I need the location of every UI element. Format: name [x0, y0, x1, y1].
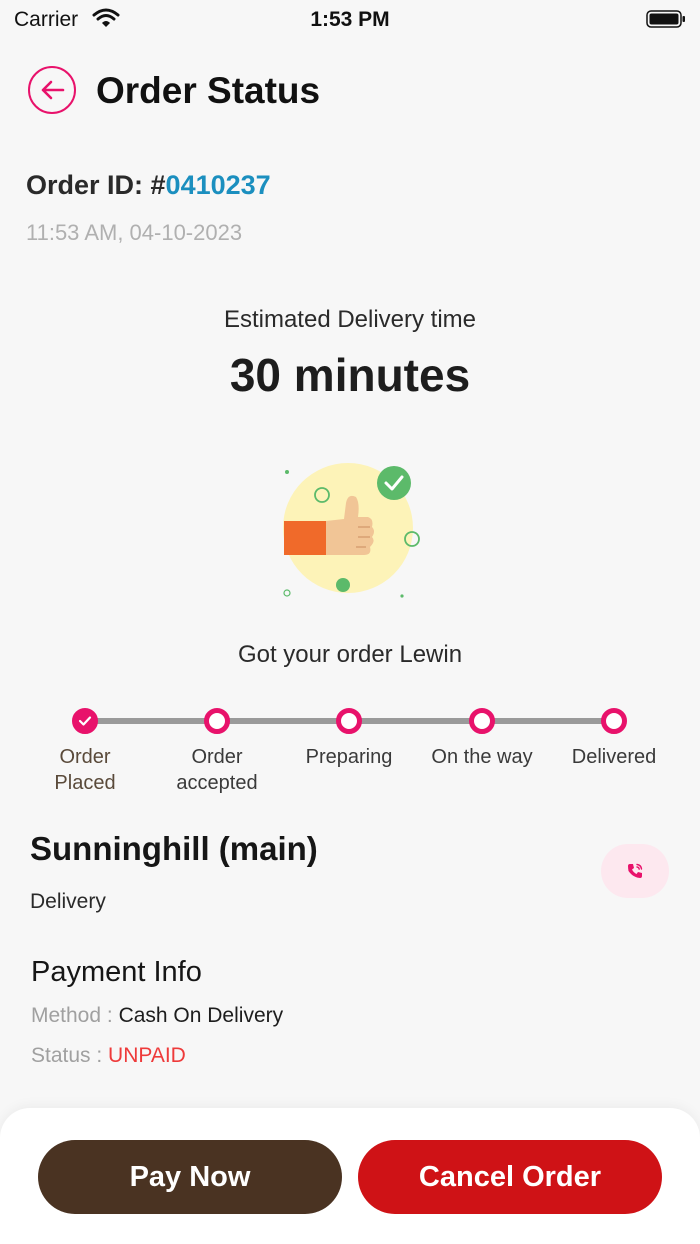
- pay-now-button[interactable]: Pay Now: [38, 1140, 342, 1214]
- step-label-line: On the way: [431, 746, 533, 768]
- back-button[interactable]: [28, 66, 76, 114]
- call-store-button[interactable]: [601, 844, 669, 898]
- payment-method-key: Method :: [31, 1004, 119, 1027]
- estimated-delivery-value: 30 minutes: [229, 349, 471, 401]
- phone-icon: [628, 863, 643, 878]
- step-label-line: Delivered: [571, 746, 657, 768]
- clock: 1:53 PM: [310, 8, 390, 31]
- step-label-line: Placed: [54, 772, 116, 794]
- step-label-on-the-way: On the way: [417, 744, 547, 770]
- battery-icon: [646, 10, 685, 28]
- payment-method-row: Method : Cash On Delivery: [31, 1004, 283, 1028]
- payment-status-row: Status : UNPAID: [31, 1044, 186, 1068]
- order-id-number: 0410237: [165, 170, 271, 200]
- estimated-delivery-label: Estimated Delivery time: [223, 306, 477, 333]
- step-label-preparing: Preparing: [284, 744, 414, 770]
- step-label-line: Order: [191, 746, 243, 768]
- step-label-line: Preparing: [305, 746, 393, 768]
- step-dot-delivered: [601, 708, 627, 734]
- step-label-delivered: Delivered: [549, 744, 679, 770]
- step-label-line: Order: [59, 746, 111, 768]
- step-label-line: accepted: [176, 772, 258, 794]
- payment-status-key: Status :: [31, 1044, 109, 1067]
- status-bar: Carrier 1:53 PM: [0, 0, 700, 40]
- step-dot-order-placed: [72, 708, 98, 734]
- order-id-label: Order ID: #: [26, 170, 166, 200]
- order-type: Delivery: [30, 890, 106, 913]
- order-progress-tracker: Order Placed Order accepted Preparing On…: [0, 700, 700, 800]
- order-message: Got your order Lewin: [237, 641, 463, 668]
- order-id: Order ID: #0410237: [26, 170, 271, 201]
- payment-method-value: Cash On Delivery: [118, 1004, 284, 1027]
- order-datetime: 11:53 AM, 04-10-2023: [26, 220, 243, 245]
- store-name: Sunninghill (main): [30, 830, 318, 867]
- page-title: Order Status: [96, 70, 321, 111]
- thumbs-up-icon: [283, 463, 420, 598]
- bottom-action-bar: Pay Now Cancel Order: [0, 1108, 700, 1244]
- payment-info-title: Payment Info: [31, 956, 202, 988]
- payment-status-value: UNPAID: [108, 1044, 186, 1067]
- checkmark-icon: [78, 716, 92, 726]
- cancel-order-button[interactable]: Cancel Order: [358, 1140, 662, 1214]
- step-label-order-accepted: Order accepted: [152, 744, 282, 796]
- step-label-order-placed: Order Placed: [20, 744, 150, 796]
- step-dot-order-accepted: [204, 708, 230, 734]
- step-dot-on-the-way: [469, 708, 495, 734]
- step-dot-preparing: [336, 708, 362, 734]
- back-arrow-icon: [41, 80, 65, 100]
